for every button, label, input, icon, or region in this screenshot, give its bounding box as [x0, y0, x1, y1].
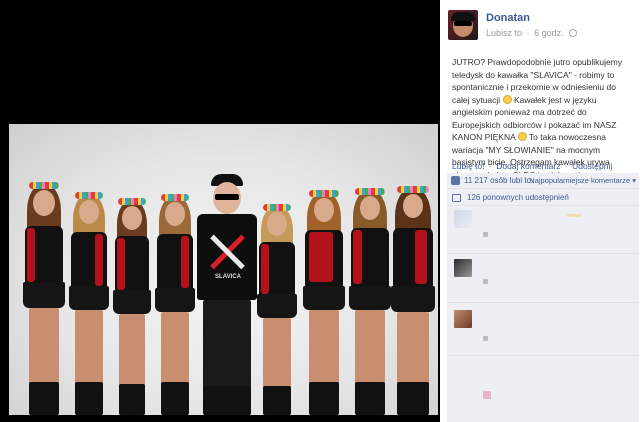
commenter-avatar[interactable]	[454, 259, 472, 277]
photo-shirt-text: SLAVICA	[215, 274, 241, 280]
post-actions: Lubię to! · Dodaj komentarz · Udostępnij	[452, 161, 612, 171]
comment-item	[447, 206, 639, 254]
photo-person-6	[299, 190, 349, 415]
comment-item	[447, 304, 639, 356]
post-photo[interactable]: SLAVICA	[9, 124, 438, 415]
comment-item	[447, 357, 639, 422]
shares-count-link[interactable]: 126 ponownych udostępnień	[467, 193, 569, 202]
meta-separator: ·	[526, 28, 530, 38]
likes-row: 11 217 osób lubi to. Najpopularniejsze k…	[447, 173, 639, 189]
share-button[interactable]: Udostępnij	[572, 161, 612, 171]
post-time[interactable]: 6 godz.	[534, 28, 564, 38]
share-icon	[452, 194, 461, 202]
photo-stage: SLAVICA	[0, 0, 440, 422]
photo-man-center: SLAVICA	[195, 174, 259, 415]
photo-person-1	[17, 182, 69, 415]
feedback-block: 11 217 osób lubi to. Najpopularniejsze k…	[447, 173, 639, 422]
photo-person-3	[109, 198, 155, 415]
action-separator: ·	[489, 161, 492, 171]
post-meta: Lubisz to · 6 godz.	[486, 28, 578, 38]
photo-person-8	[387, 186, 438, 415]
comment-item	[447, 255, 639, 303]
smiley-icon	[502, 94, 512, 104]
commenter-avatar[interactable]	[454, 310, 472, 328]
photo-person-4	[151, 194, 199, 415]
globe-icon	[569, 29, 578, 37]
like-button[interactable]: Lubię to!	[452, 161, 485, 171]
comment-button[interactable]: Dodaj komentarz	[496, 161, 560, 171]
comment-sort-dropdown[interactable]: Najpopularniejsze komentarze ▾	[529, 176, 636, 185]
likes-count-link[interactable]: 11 217 osób lubi to.	[464, 176, 533, 185]
commenter-avatar[interactable]	[483, 391, 491, 399]
photo-person-2	[65, 192, 113, 415]
smiley-icon	[517, 132, 527, 141]
author-name[interactable]: Donatan	[486, 12, 530, 24]
shares-row: 126 ponownych udostępnień	[447, 190, 639, 206]
like-status-link[interactable]: Lubisz to	[486, 28, 522, 38]
photo-person-5	[253, 204, 301, 415]
post-header: Donatan Lubisz to · 6 godz.	[448, 10, 632, 50]
author-avatar[interactable]	[448, 10, 478, 40]
action-separator: ·	[564, 161, 568, 171]
thumbs-up-icon	[451, 176, 460, 185]
commenter-avatar[interactable]	[454, 210, 472, 228]
